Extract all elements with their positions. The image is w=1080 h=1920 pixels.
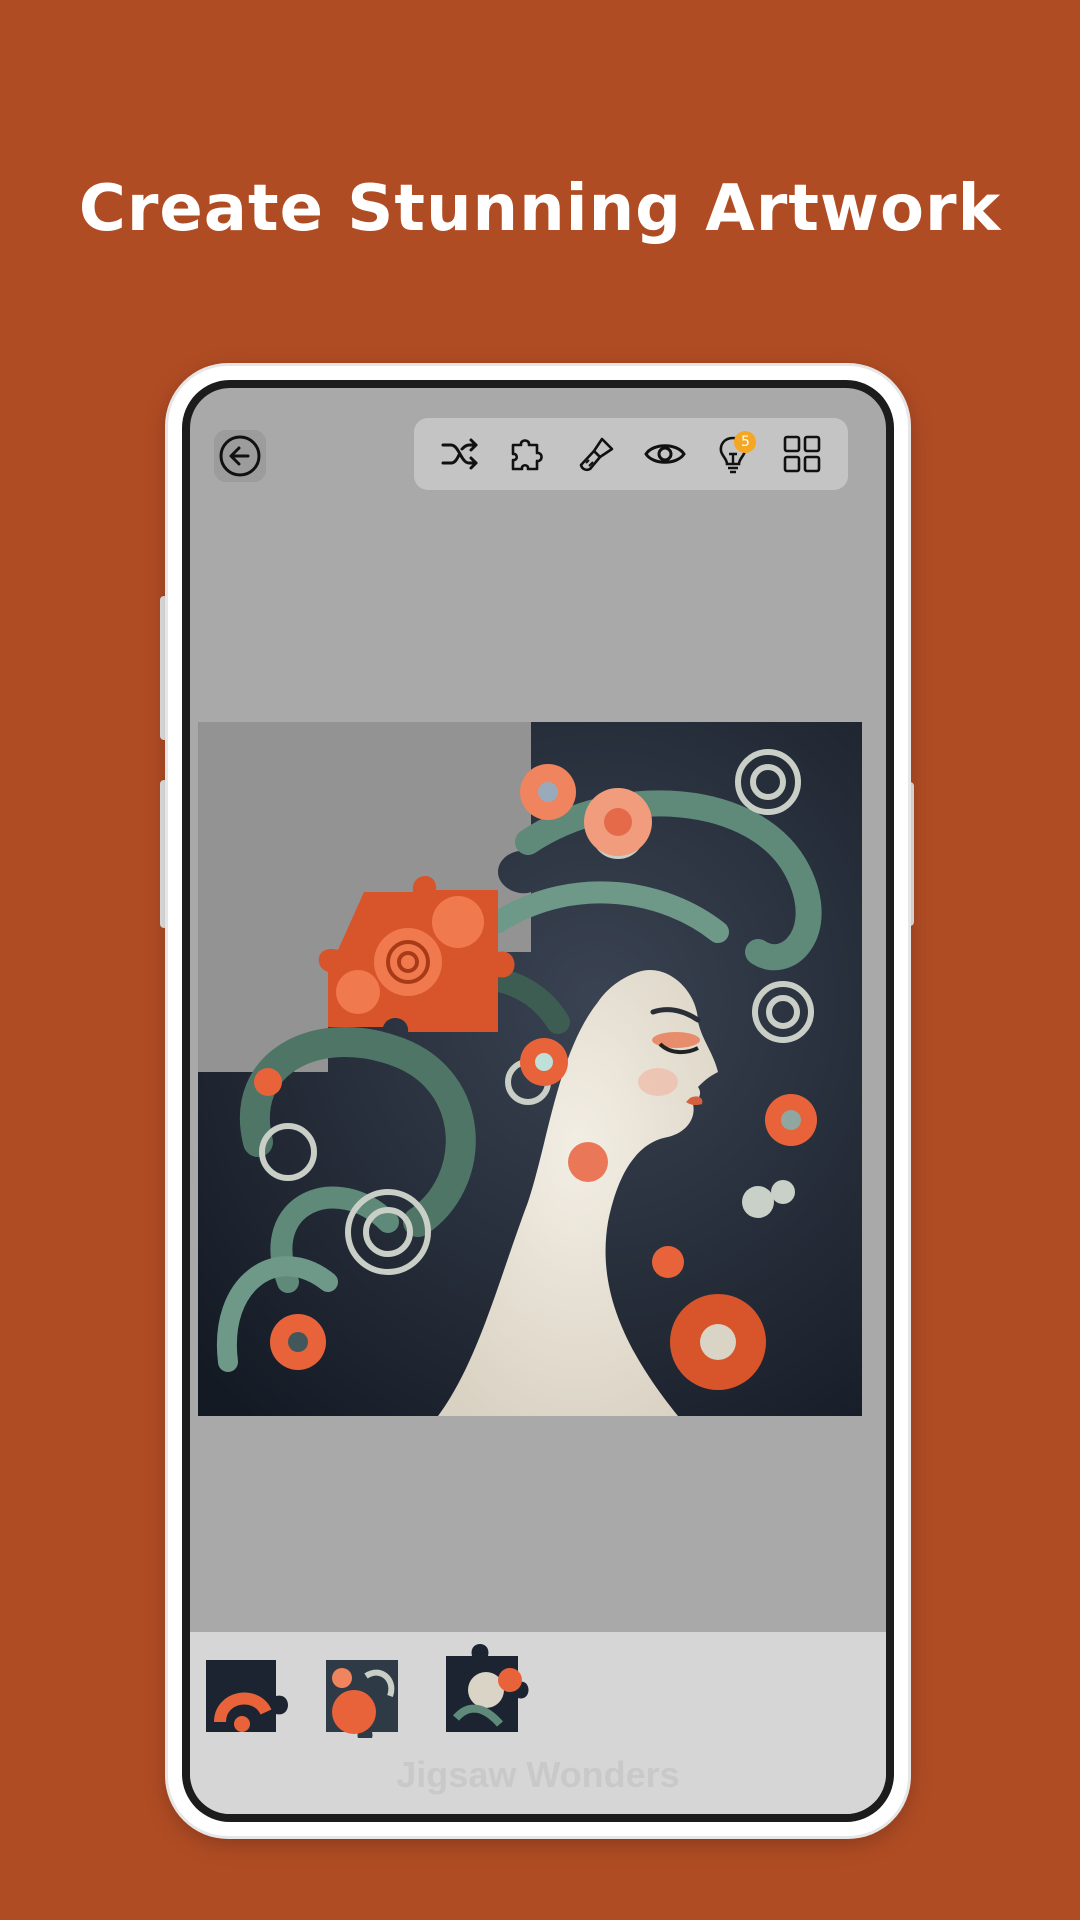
app-watermark: Jigsaw Wonders (396, 1754, 680, 1795)
piece-tray-toggle-button[interactable] (777, 429, 827, 479)
app-screen: 5 Jigsaw Wonders (190, 388, 886, 1814)
phone-bezel: 5 Jigsaw Wonders (182, 380, 894, 1822)
back-arrow-icon (219, 435, 261, 477)
puzzle-piece-icon (512, 439, 544, 471)
tray-piece[interactable] (206, 1656, 294, 1738)
brush-icon (579, 437, 614, 472)
puzzle-board[interactable] (198, 722, 862, 1416)
phone-volume-down-button (160, 780, 168, 928)
background-brush-button[interactable] (572, 429, 622, 479)
edge-pieces-button[interactable] (503, 429, 553, 479)
piece-tray: Jigsaw Wonders (190, 1632, 886, 1814)
preview-button[interactable] (640, 429, 690, 479)
eye-icon (644, 444, 686, 464)
shuffle-icon (441, 438, 478, 470)
back-button[interactable] (214, 430, 266, 482)
phone-frame: 5 Jigsaw Wonders (168, 366, 908, 1836)
promo-headline: Create Stunning Artwork (78, 172, 1002, 246)
phone-volume-up-button (160, 596, 168, 740)
grid-icon (783, 435, 821, 473)
puzzle-toolbar: 5 (414, 418, 848, 490)
shuffle-button[interactable] (435, 429, 485, 479)
tray-piece[interactable] (446, 1638, 534, 1734)
tray-piece[interactable] (326, 1656, 414, 1738)
puzzle-artwork (198, 722, 862, 1416)
hint-button[interactable]: 5 (708, 429, 758, 479)
